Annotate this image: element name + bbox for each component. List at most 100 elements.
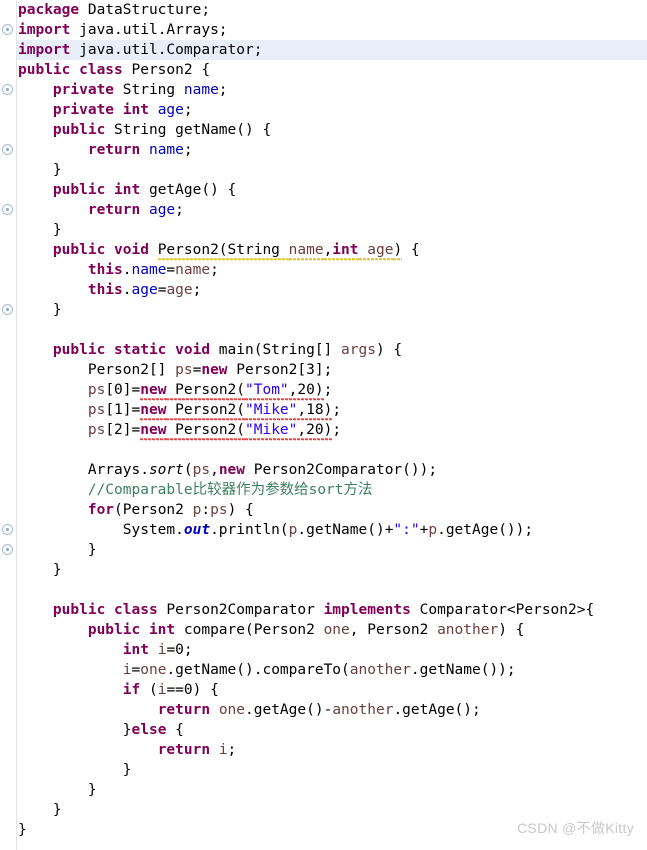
- code-token: Person2Comparator());: [245, 462, 438, 478]
- code-token: }: [18, 822, 27, 838]
- code-line: public int compare(Person2 one, Person2 …: [18, 620, 647, 640]
- code-token: another: [349, 662, 411, 678]
- code-line: }else {: [18, 720, 647, 740]
- code-token: [1]=: [105, 402, 141, 418]
- code-token: ;: [218, 82, 228, 98]
- code-token: one: [218, 702, 246, 718]
- watermark: CSDN @不做Kitty: [517, 820, 634, 836]
- code-token: age: [367, 242, 394, 258]
- code-token: Person2(: [166, 382, 246, 398]
- code-token: String: [114, 82, 184, 98]
- code-token: ==0) {: [166, 682, 219, 698]
- code-token: private int: [52, 102, 149, 118]
- code-token: ) {: [375, 342, 403, 358]
- code-line: }: [18, 300, 647, 320]
- fold-collapse-icon[interactable]: [2, 304, 13, 315]
- code-token: Person2Comparator: [157, 602, 324, 618]
- code-token: new: [140, 382, 167, 398]
- code-token: }: [18, 222, 62, 238]
- code-line: public static void main(String[] args) {: [18, 340, 647, 360]
- code-line: }: [18, 800, 647, 820]
- code-token: .getAge()-: [245, 702, 333, 718]
- code-token: another: [332, 702, 394, 718]
- code-token: "Mike": [245, 422, 298, 438]
- code-token: {: [166, 722, 184, 738]
- code-token: public class: [18, 62, 123, 78]
- code-token: "Tom": [245, 382, 289, 398]
- code-token: Comparator<Person2>{: [410, 602, 595, 618]
- code-token: return: [87, 202, 141, 218]
- code-token: Arrays.: [18, 462, 149, 478]
- fold-collapse-icon[interactable]: [2, 204, 13, 215]
- code-token: import: [18, 42, 71, 58]
- code-token: (: [183, 462, 193, 478]
- code-token: ;: [210, 262, 219, 278]
- code-token: java.util.Arrays;: [70, 22, 228, 38]
- code-token: ,20): [297, 422, 333, 438]
- code-token: ,18): [297, 402, 333, 418]
- code-line: return age;: [18, 200, 647, 220]
- code-token: Person2(String: [157, 242, 289, 258]
- code-line: ps[0]=new Person2("Tom",20);: [18, 380, 647, 400]
- code-token: int: [332, 242, 359, 258]
- fold-collapse-icon[interactable]: [2, 84, 13, 95]
- code-line: import java.util.Comparator;: [18, 40, 647, 60]
- code-line: int i=0;: [18, 640, 647, 660]
- code-token: .: [122, 282, 132, 298]
- code-token: ,: [210, 462, 219, 478]
- code-content[interactable]: package DataStructure; import java.util.A…: [18, 0, 647, 840]
- code-token: i: [218, 742, 228, 758]
- code-token: public int: [52, 182, 141, 198]
- code-token: import: [18, 22, 71, 38]
- code-token: Person2(: [166, 402, 246, 418]
- code-editor[interactable]: package DataStructure; import java.util.A…: [0, 0, 647, 850]
- fold-collapse-icon[interactable]: [2, 144, 13, 155]
- code-line: }: [18, 560, 647, 580]
- code-token: java.util.Comparator;: [70, 42, 263, 58]
- code-token: if: [122, 682, 141, 698]
- code-line: public void Person2(String name,int age)…: [18, 240, 647, 260]
- code-token: ;: [323, 382, 333, 398]
- code-token: .getAge());: [437, 522, 534, 538]
- code-token: }: [18, 762, 132, 778]
- code-token: ,: [323, 242, 333, 258]
- code-token: else: [131, 722, 167, 738]
- code-token: ":": [393, 522, 420, 538]
- code-line: ps[1]=new Person2("Mike",18);: [18, 400, 647, 420]
- code-token: age: [131, 282, 158, 298]
- code-token: [0]=: [105, 382, 141, 398]
- code-line: public String getName() {: [18, 120, 647, 140]
- code-token: }: [18, 542, 97, 558]
- fold-collapse-icon[interactable]: [2, 24, 13, 35]
- editor-gutter[interactable]: [0, 0, 17, 850]
- code-token: ps: [87, 382, 106, 398]
- code-token: new: [140, 402, 167, 418]
- code-line: private String name;: [18, 80, 647, 100]
- code-line: if (i==0) {: [18, 680, 647, 700]
- fold-collapse-icon[interactable]: [2, 524, 13, 535]
- code-line: //Comparable比较器作为参数给sort方法: [18, 480, 647, 500]
- code-token: new: [201, 362, 228, 378]
- code-token: .getName()+: [297, 522, 394, 538]
- code-token: }: [18, 562, 62, 578]
- code-token: ;: [183, 102, 193, 118]
- code-line: public class Person2 {: [18, 60, 647, 80]
- fold-collapse-icon[interactable]: [2, 544, 13, 555]
- code-token: return: [87, 142, 141, 158]
